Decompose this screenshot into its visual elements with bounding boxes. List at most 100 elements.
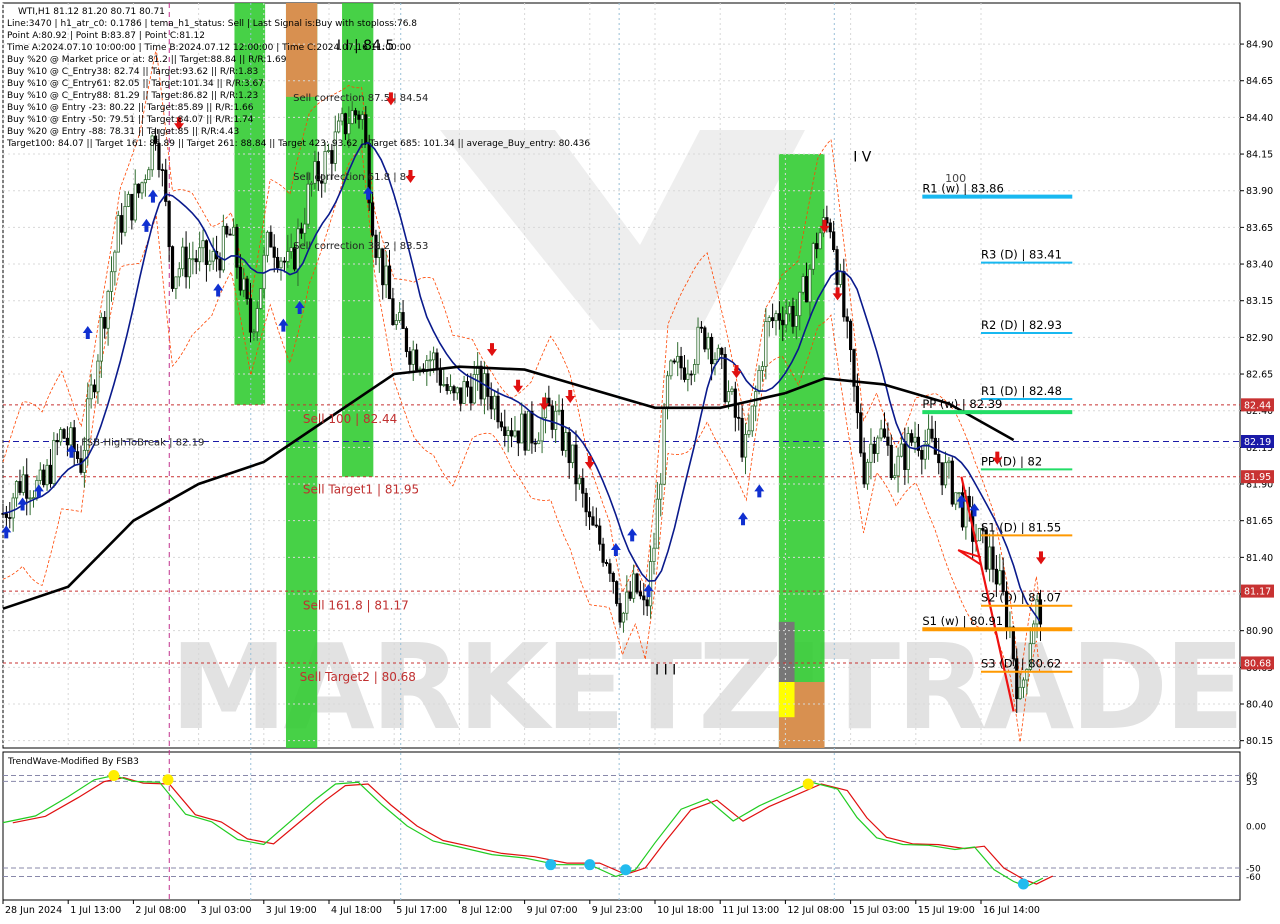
candle-body: [137, 183, 141, 194]
candle-body: [1032, 623, 1036, 645]
candle-body: [265, 231, 270, 256]
candle-body: [682, 367, 687, 380]
time-axis-label: 9 Jul 23:00: [592, 905, 643, 916]
price-axis-label: 80.90: [1246, 626, 1273, 637]
indicator-title: TrendWave-Modified By FSB3: [7, 757, 139, 767]
candle-body: [889, 444, 893, 478]
candle-body: [289, 247, 293, 252]
candle-body: [167, 201, 171, 248]
candle-body: [811, 243, 815, 270]
candle-body: [201, 240, 205, 249]
candle-body: [693, 364, 697, 375]
candle-body: [140, 182, 144, 194]
candle-body: [248, 298, 253, 333]
candle-body: [462, 381, 466, 404]
time-axis-label: 10 Jul 18:00: [657, 905, 714, 916]
candle-body: [686, 373, 690, 380]
candle-body: [126, 193, 131, 207]
candle-body: [632, 573, 636, 599]
candle-body: [845, 316, 849, 322]
candle-body: [106, 290, 110, 329]
candle-body: [625, 591, 629, 614]
candle-body: [1018, 686, 1022, 700]
candle-body: [69, 427, 73, 446]
candle-body: [604, 561, 609, 565]
candle-body: [191, 258, 195, 261]
candle-body: [493, 395, 497, 410]
candle-body: [859, 412, 863, 454]
candle-body: [899, 443, 904, 457]
oversold-marker: [1017, 878, 1029, 890]
candle-body: [14, 481, 19, 499]
candle-body: [194, 258, 198, 263]
candle-body: [228, 233, 232, 236]
candle-body: [394, 320, 398, 326]
zone-label: Sell correction 61.8 | 84: [293, 172, 412, 183]
candle-body: [272, 246, 276, 258]
info-line: Buy %10 @ C_Entry38: 82.74 || Target:93.…: [7, 67, 258, 77]
yellow-signal-zone: [778, 682, 795, 718]
candle-body: [584, 492, 588, 513]
candle-body: [269, 231, 273, 248]
candle-body: [523, 413, 527, 451]
candle-body: [350, 110, 354, 124]
chart-canvas[interactable]: MARKETZITRADER1 (w) | 83.86R3 (D) | 83.4…: [0, 0, 1280, 920]
candle-body: [326, 150, 331, 152]
candle-body: [279, 260, 283, 269]
candle-body: [48, 464, 53, 484]
candle-body: [109, 271, 114, 292]
candle-body: [431, 352, 436, 361]
candle-body: [550, 405, 554, 430]
candle-body: [669, 360, 673, 377]
chart-window[interactable]: MARKETZITRADE R1 (w) | 83.86 R3 (D) | 83.4…: [0, 0, 1280, 920]
candle-body: [309, 182, 314, 185]
candle-body: [659, 483, 663, 500]
candle-body: [211, 251, 215, 262]
price-tag-label: 81.17: [1244, 587, 1271, 598]
candle-body: [384, 265, 388, 286]
candle-body: [442, 384, 446, 386]
candle-body: [930, 428, 934, 439]
candle-body: [764, 321, 768, 367]
candle-body: [689, 373, 693, 376]
candle-body: [75, 451, 80, 459]
pivot-level-label: R2 (D) | 82.93: [981, 318, 1062, 332]
candle-body: [913, 436, 917, 443]
candle-body: [865, 461, 870, 485]
candle-body: [428, 359, 432, 362]
candle-body: [25, 474, 29, 499]
info-line: Buy %10 @ C_Entry61: 82.05 || Target:101…: [7, 79, 264, 89]
time-axis-label: 16 Jul 14:00: [983, 905, 1040, 916]
time-axis-label: 5 Jul 17:00: [396, 905, 447, 916]
pivot-level-label: S2 (D) | 81.07: [981, 591, 1061, 605]
candle-body: [330, 150, 334, 164]
candle-body: [18, 481, 22, 493]
candle-body: [65, 437, 70, 446]
overbought-marker: [802, 778, 814, 790]
candle-body: [910, 433, 914, 443]
oscillator-plot-frame: [2, 751, 1241, 901]
candle-body: [438, 368, 442, 386]
oscillator-axis-label: -60: [1246, 873, 1261, 883]
candle-body: [937, 453, 941, 464]
candle-body: [496, 395, 500, 423]
candle-body: [655, 498, 659, 549]
candle-body: [499, 421, 503, 428]
candle-body: [638, 591, 642, 597]
candle-body: [926, 428, 931, 445]
candle-body: [42, 469, 46, 486]
candle-body: [940, 462, 944, 486]
candle-body: [828, 222, 832, 233]
candle-body: [360, 114, 364, 120]
candle-body: [526, 410, 531, 451]
candle-body: [62, 429, 66, 439]
candle-body: [560, 409, 565, 451]
price-tag-label: 82.19: [1244, 437, 1271, 448]
candle-body: [123, 206, 127, 233]
candle-body: [750, 405, 754, 432]
candle-body: [896, 455, 900, 477]
candle-body: [784, 313, 788, 326]
candle-body: [4, 513, 8, 518]
candle-body: [574, 444, 578, 485]
candle-body: [957, 492, 961, 495]
